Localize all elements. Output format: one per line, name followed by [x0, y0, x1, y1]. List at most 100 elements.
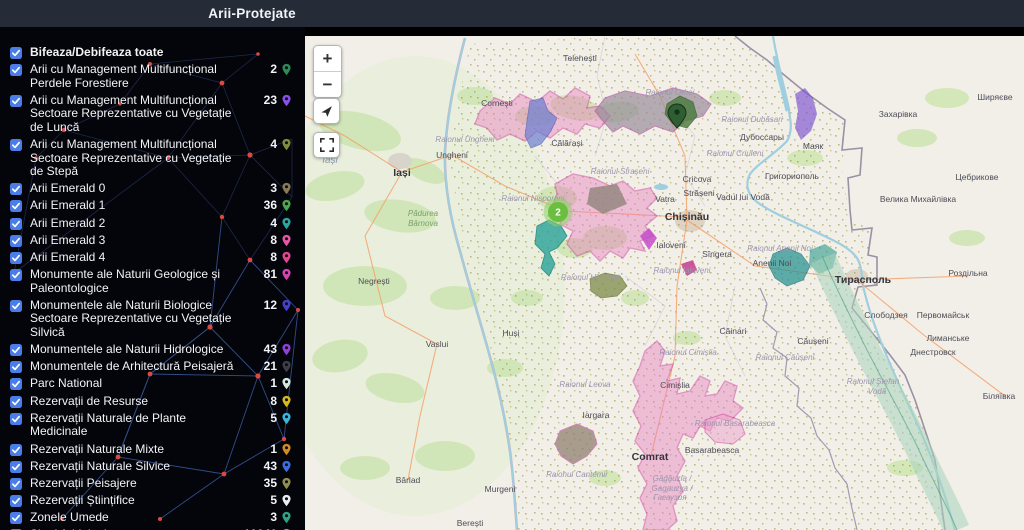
map-label: Слободзея	[864, 310, 908, 320]
fullscreen-button[interactable]	[313, 132, 340, 158]
layer-row[interactable]: Rezervații Naturale de Plante Medicinale…	[10, 410, 293, 439]
layer-count: 4	[270, 137, 277, 152]
map-label: Raionul Strașeni	[591, 167, 650, 176]
layer-row[interactable]: Arii Emerald 4 8	[10, 250, 293, 265]
layer-row[interactable]: Rezervații Naturale Silvice 43	[10, 458, 293, 474]
layer-label: Rezervații Peisajere	[30, 475, 137, 490]
layer-count: 21	[263, 359, 277, 374]
layer-count: 43	[263, 458, 277, 473]
map-label: Raionul Căușeni	[756, 353, 815, 362]
map-label: Sîngera	[702, 249, 732, 259]
map-label: Гагаузия	[653, 493, 687, 502]
layer-label: Zonele Umede	[30, 510, 109, 525]
layer-row[interactable]: Arii Emerald 0 3	[10, 182, 293, 196]
layer-count: 43	[263, 342, 277, 357]
map-label: Cimișlia	[660, 380, 690, 390]
map-label: Bârnova	[408, 219, 438, 228]
layer-checkbox[interactable]	[10, 395, 22, 408]
layer-checkbox[interactable]	[10, 378, 22, 391]
map-label: Raionul Cimișlia	[659, 348, 717, 357]
layer-checkbox[interactable]	[10, 139, 22, 152]
layer-checkbox[interactable]	[10, 477, 22, 490]
layer-checkbox[interactable]	[10, 217, 22, 230]
zoom-in-button[interactable]: +	[314, 46, 341, 71]
map-label: Cricova	[683, 174, 712, 184]
layer-label: Rezervații Naturale de Plante Medicinale	[30, 410, 187, 439]
map-pin-icon	[282, 412, 291, 424]
layer-checkbox[interactable]	[10, 512, 22, 525]
top-bar: Arii-Protejate	[0, 0, 1024, 27]
map-pin-icon	[282, 138, 291, 151]
layer-checkbox[interactable]	[10, 234, 22, 247]
layer-row[interactable]: Rezervații Naturale Mixte 1	[10, 442, 293, 457]
map-label: Цебрикове	[956, 172, 999, 182]
layer-row[interactable]: Bifeaza/Debifeaza toate	[10, 45, 293, 60]
layer-row[interactable]: Zonele Umede 3	[10, 511, 293, 525]
layer-row[interactable]: Arii Emerald 1 36	[10, 199, 293, 213]
zoom-out-button[interactable]: −	[314, 72, 341, 97]
map-pin-icon	[282, 494, 291, 507]
map-label: Маяк	[803, 141, 824, 151]
map-pin-icon	[282, 443, 291, 455]
layer-checkbox[interactable]	[10, 64, 22, 77]
layer-label: Arii Emerald 1	[30, 198, 106, 213]
cluster-marker[interactable]: 2	[543, 197, 573, 227]
layer-checkbox[interactable]	[10, 412, 22, 425]
layer-count: 4	[270, 215, 277, 230]
layer-row[interactable]: Arii cu Management Multifuncțional Secto…	[10, 93, 293, 135]
layer-row[interactable]: Rezervații Peisajere 35	[10, 475, 293, 491]
layers-sidebar: Bifeaza/Debifeaza toate Arii cu Manageme…	[0, 27, 305, 530]
map[interactable]: Iași Iași Ungheni Raionul Ungheni Telenești C…	[305, 36, 1024, 530]
layer-count: 5	[270, 493, 277, 508]
map-pin-icon	[282, 512, 291, 524]
layer-checkbox[interactable]	[10, 299, 22, 312]
map-label: Vaslui	[426, 339, 449, 349]
layer-label: Parc National	[30, 376, 103, 391]
locate-button[interactable]	[313, 98, 340, 124]
layer-checkbox[interactable]	[10, 460, 22, 473]
layer-label: Arii Emerald 3	[30, 232, 106, 247]
layer-row[interactable]: Rezervații de Resurse 8	[10, 394, 293, 409]
layer-row[interactable]: Rezervații Științifice 5	[10, 494, 293, 508]
layer-count: 8	[270, 232, 277, 247]
map-label: Raionul Cantemir	[546, 470, 608, 479]
map-label: Raionul Basarabeasca	[695, 419, 776, 428]
layer-checkbox[interactable]	[10, 443, 22, 456]
map-label: Raionul Dubăsari	[721, 115, 783, 124]
layer-row[interactable]: Monumentele ale Naturii Hidrologice 43	[10, 343, 293, 357]
map-label: Дубоссары	[740, 132, 784, 142]
layer-label: Arii Emerald 0	[30, 181, 106, 196]
layer-checkbox[interactable]	[10, 200, 22, 213]
layer-row[interactable]: Arii cu Management Multifuncțional Secto…	[10, 137, 293, 179]
map-label: Raionul Leova	[559, 380, 611, 389]
layer-checkbox[interactable]	[10, 269, 22, 282]
layer-row[interactable]: Arii Emerald 3 8	[10, 232, 293, 248]
layer-checkbox[interactable]	[10, 361, 22, 374]
layer-count: 2	[270, 62, 277, 77]
layer-row[interactable]: Monumentele de Arhitectură Peisajeră 21	[10, 360, 293, 374]
layer-checkbox[interactable]	[10, 252, 22, 264]
layer-label: Monumentele ale Naturii Hidrologice	[30, 342, 224, 357]
layer-checkbox[interactable]	[10, 344, 22, 357]
layer-checkbox[interactable]	[10, 183, 22, 196]
layer-row[interactable]: Monumentele ale Naturii Biologice Sectoa…	[10, 298, 293, 340]
map-label: Первомайськ	[917, 310, 970, 320]
map-label: Berești	[457, 518, 484, 528]
layer-checkbox[interactable]	[10, 47, 22, 59]
layer-label: Bifeaza/Debifeaza toate	[30, 45, 164, 59]
map-label: Iargara	[583, 410, 610, 420]
layer-checkbox[interactable]	[10, 94, 22, 107]
layer-row[interactable]: Parc National 1	[10, 377, 293, 391]
layer-row[interactable]: Arii cu Management Multifuncțional Perde…	[10, 62, 293, 90]
layer-label: Arii Emerald 2	[30, 215, 106, 230]
layer-checkbox[interactable]	[10, 495, 22, 508]
map-label: Днестровск	[910, 347, 955, 357]
layer-count: 35	[263, 475, 277, 490]
map-label: Ialoveni	[656, 240, 685, 250]
layer-row[interactable]: Monumente ale Naturii Geologice și Paleo…	[10, 267, 293, 295]
layer-row[interactable]: Arii Emerald 2 4	[10, 215, 293, 231]
map-label: Роздільна	[948, 268, 988, 278]
map-label: Велика Михайлівка	[880, 194, 957, 204]
map-label: Comrat	[632, 451, 669, 463]
map-label: Huși	[502, 328, 519, 338]
